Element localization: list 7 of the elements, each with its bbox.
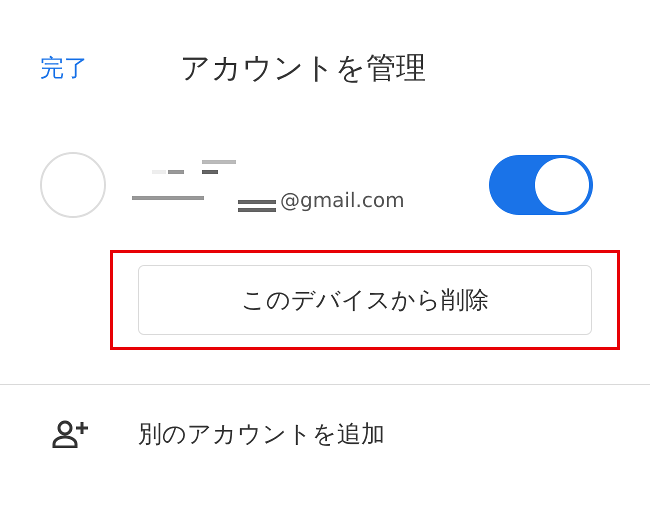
add-account-link[interactable]: 別のアカウントを追加 bbox=[138, 418, 385, 450]
add-person-icon bbox=[52, 420, 90, 448]
account-email: @gmail.com bbox=[280, 188, 405, 212]
avatar bbox=[40, 152, 106, 218]
remove-button[interactable]: このデバイスから削除 bbox=[138, 265, 592, 335]
done-link[interactable]: 完了 bbox=[40, 52, 180, 84]
page-title: アカウントを管理 bbox=[180, 50, 426, 88]
